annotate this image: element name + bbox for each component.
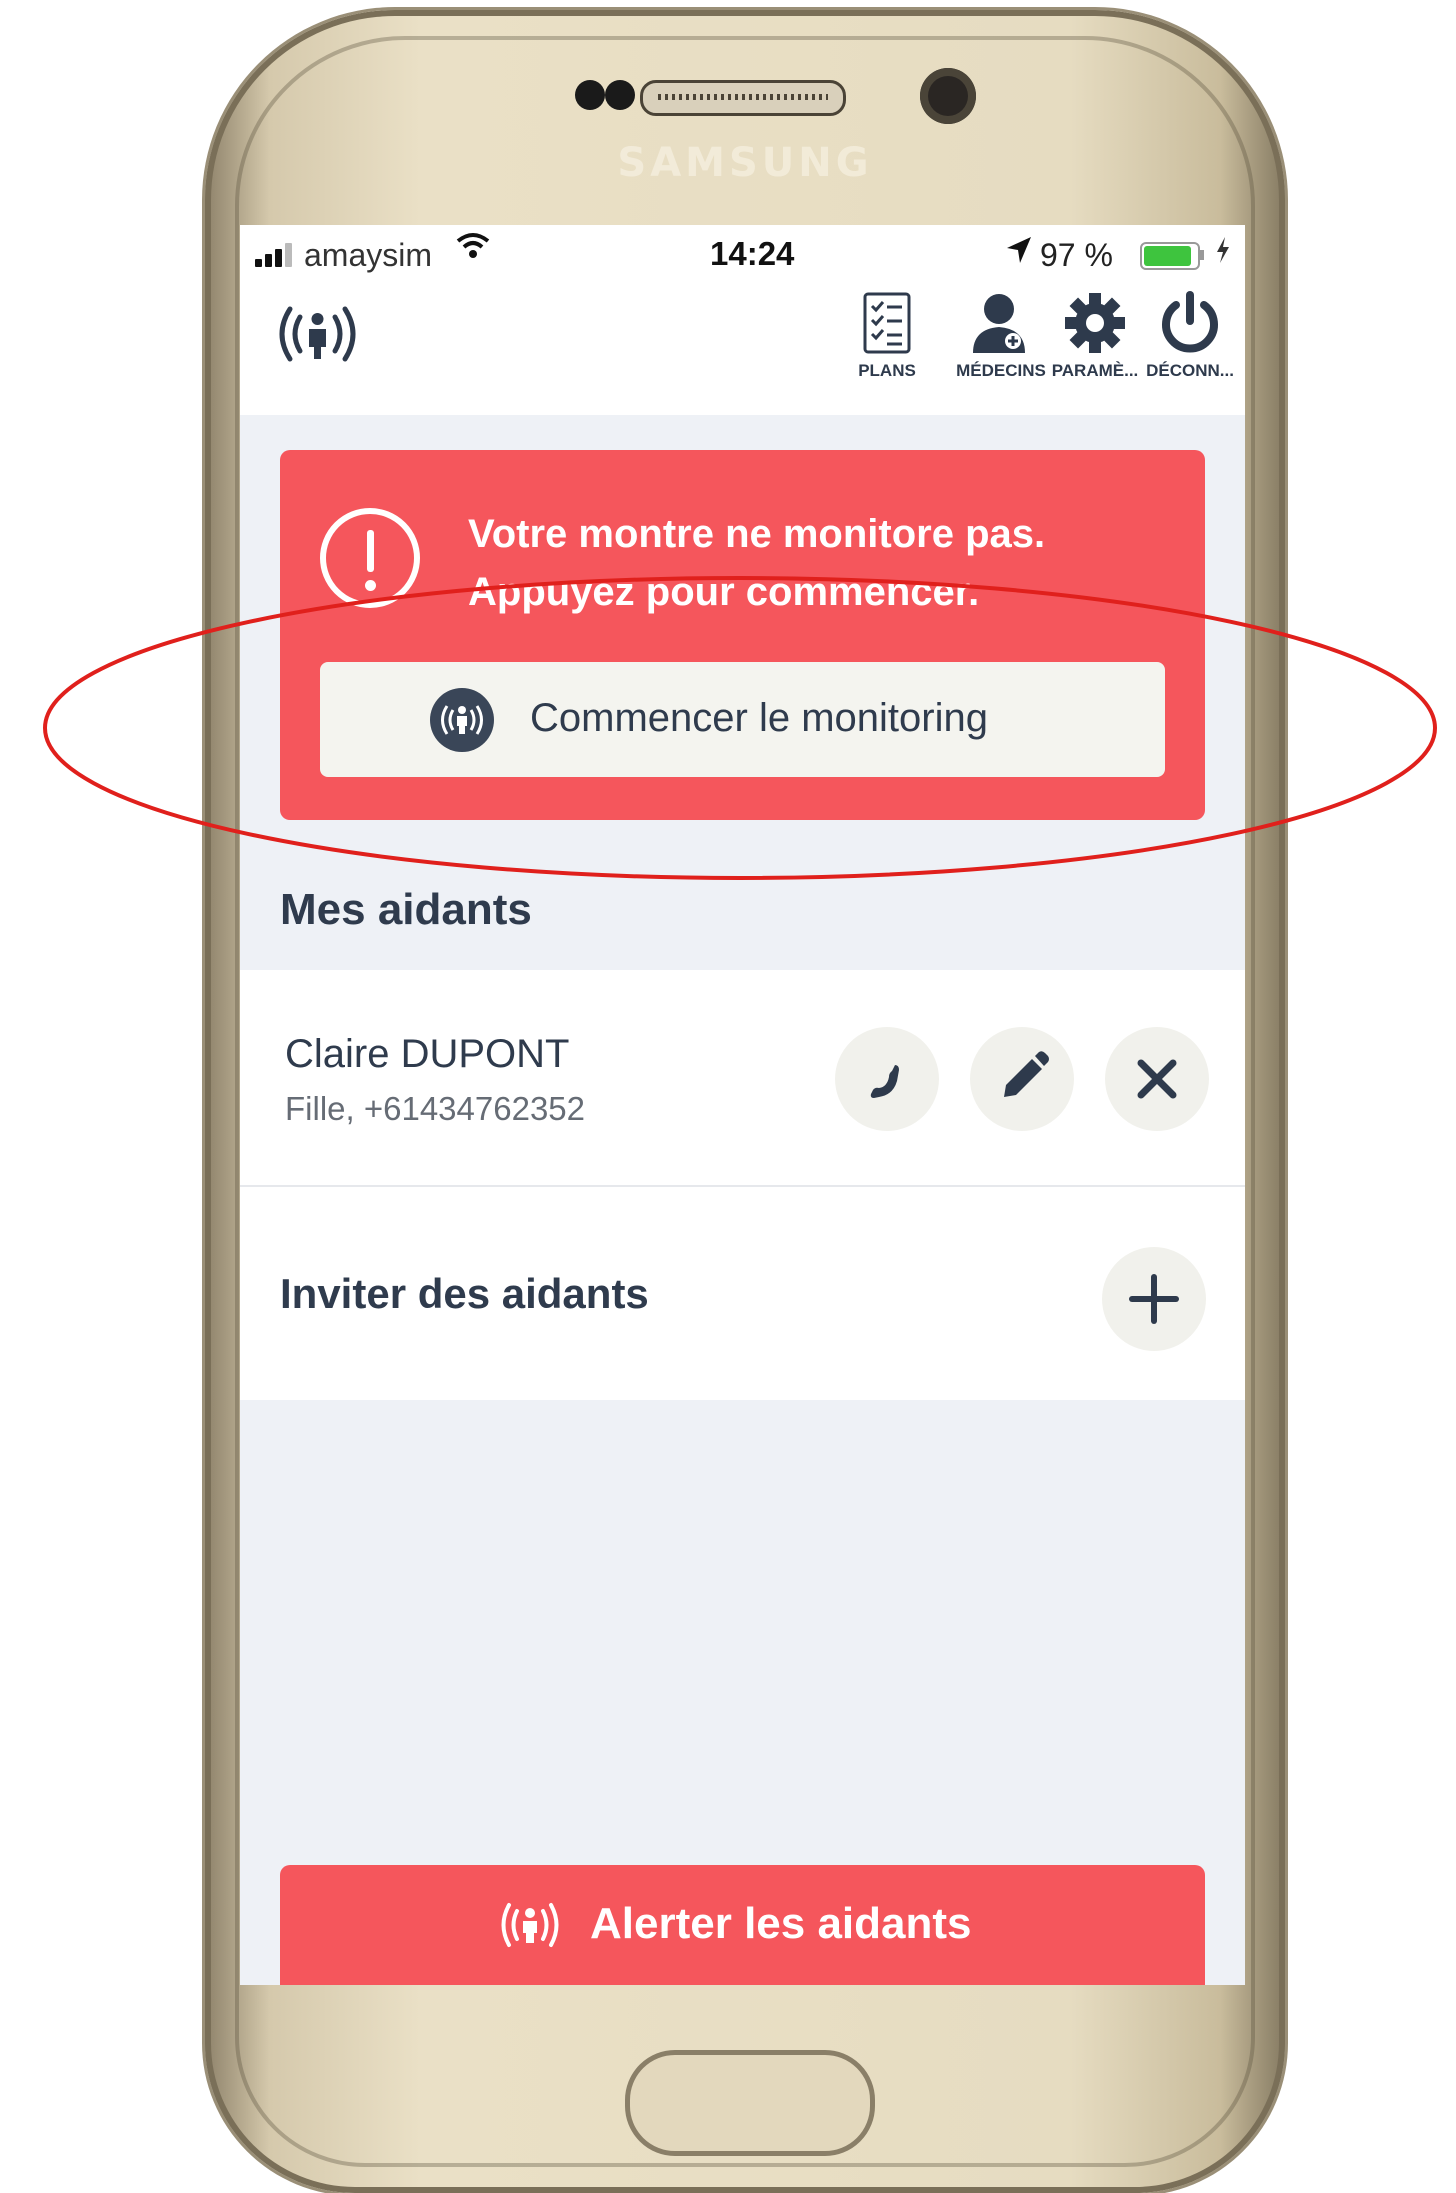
- app-header: PLANS MÉDECINS PARAMÈ... DÉCONN...: [240, 285, 1245, 415]
- delete-button[interactable]: [1105, 1027, 1209, 1131]
- proximity-sensor: [575, 80, 605, 110]
- power-icon: [1162, 291, 1218, 353]
- app-screen: amaysim 14:24 97 % PLANS MÉDECINS PARAMÈ…: [240, 225, 1245, 1985]
- location-arrow-icon: [1005, 235, 1033, 273]
- nav-plans[interactable]: PLANS: [832, 291, 942, 381]
- clock: 14:24: [710, 235, 795, 272]
- charging-icon: [1215, 235, 1231, 273]
- exclamation-icon: [320, 508, 420, 608]
- pencil-icon: [1004, 1051, 1049, 1097]
- contact-name: Claire DUPONT: [285, 1032, 570, 1076]
- broadcast-person-icon: [430, 688, 494, 752]
- caregivers-list: Claire DUPONT Fille, +61434762352 Invite…: [240, 970, 1245, 1400]
- alert-caregivers-label: Alerter les aidants: [590, 1899, 972, 1948]
- start-monitoring-label: Commencer le monitoring: [530, 696, 988, 740]
- call-button[interactable]: [835, 1027, 939, 1131]
- carrier-name: amaysim: [304, 237, 433, 273]
- alert-message: Votre montre ne monitore pas. Appuyez po…: [468, 512, 1046, 614]
- doctor-icon: [973, 294, 1025, 353]
- battery-tip: [1200, 250, 1204, 260]
- section-title-aidants: Mes aidants: [280, 885, 532, 934]
- broadcast-person-icon: [495, 1895, 565, 1955]
- edit-button[interactable]: [970, 1027, 1074, 1131]
- plus-icon: [1129, 1274, 1179, 1324]
- nav-parametres[interactable]: PARAMÈ...: [1040, 291, 1150, 381]
- contact-detail: Fille, +61434762352: [285, 1090, 585, 1127]
- start-monitoring-button[interactable]: Commencer le monitoring: [320, 662, 1165, 777]
- nav-plans-label: PLANS: [858, 361, 916, 380]
- checklist-icon: [863, 292, 911, 354]
- nav-deconnexion-label: DÉCONN...: [1146, 361, 1234, 380]
- close-icon: [1137, 1059, 1177, 1099]
- earpiece-speaker: [640, 80, 846, 116]
- list-item: Claire DUPONT Fille, +61434762352: [240, 970, 1245, 1187]
- monitoring-alert-card[interactable]: Votre montre ne monitore pas. Appuyez po…: [280, 450, 1205, 820]
- wifi-icon: [456, 231, 490, 269]
- signal-icon: [255, 243, 300, 267]
- gear-icon: [1065, 293, 1125, 353]
- nav-deconnexion[interactable]: DÉCONN...: [1135, 291, 1245, 381]
- brand-logo: SAMSUNG: [617, 140, 873, 186]
- battery-percent: 97 %: [1040, 237, 1113, 273]
- home-button[interactable]: [625, 2050, 875, 2156]
- nav-parametres-label: PARAMÈ...: [1051, 361, 1139, 380]
- status-bar: amaysim 14:24 97 %: [240, 225, 1245, 285]
- alert-caregivers-button[interactable]: Alerter les aidants: [280, 1865, 1205, 1985]
- phone-icon: [870, 1065, 899, 1098]
- invite-caregivers-label[interactable]: Inviter des aidants: [280, 1270, 649, 1318]
- light-sensor: [605, 80, 635, 110]
- battery-icon: [1140, 242, 1200, 270]
- front-camera: [920, 68, 976, 124]
- broadcast-person-icon: [270, 297, 365, 372]
- invite-caregivers-button[interactable]: [1102, 1247, 1206, 1351]
